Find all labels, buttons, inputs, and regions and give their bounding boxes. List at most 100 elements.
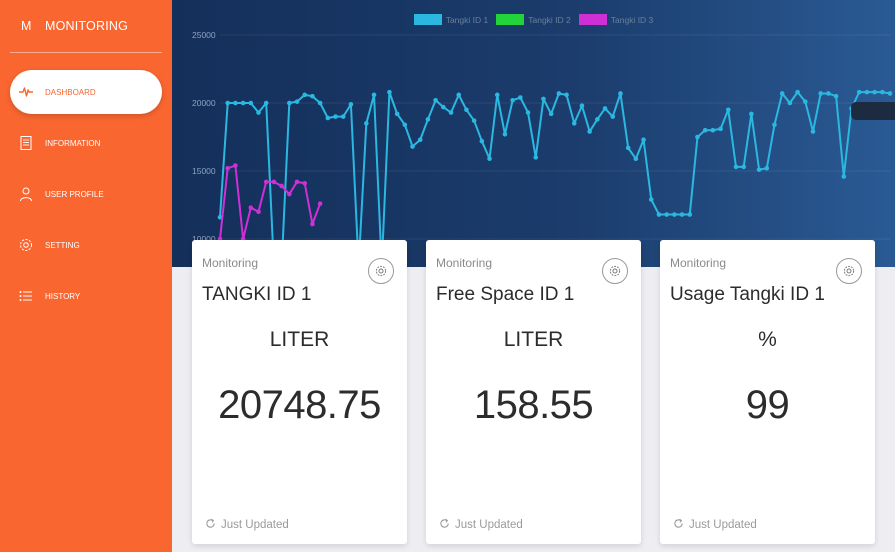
- data-point[interactable]: [618, 91, 623, 96]
- data-point[interactable]: [733, 164, 739, 170]
- data-point[interactable]: [579, 103, 585, 109]
- data-point[interactable]: [317, 201, 323, 206]
- data-point[interactable]: [256, 110, 261, 115]
- chart-toggle-button[interactable]: [851, 102, 895, 120]
- data-point[interactable]: [271, 179, 277, 185]
- data-point[interactable]: [756, 167, 762, 172]
- data-point[interactable]: [294, 179, 300, 185]
- data-point[interactable]: [325, 115, 331, 121]
- legend-item-series-3[interactable]: Tangki ID 3: [578, 14, 653, 25]
- data-point[interactable]: [263, 100, 269, 106]
- data-point[interactable]: [749, 111, 754, 117]
- sidebar-item-history[interactable]: HISTORY: [10, 274, 162, 318]
- data-point[interactable]: [679, 212, 685, 217]
- data-point[interactable]: [556, 91, 562, 96]
- data-point[interactable]: [664, 212, 669, 217]
- data-point[interactable]: [471, 118, 477, 123]
- data-point[interactable]: [595, 117, 600, 122]
- data-point[interactable]: [833, 93, 839, 99]
- data-point[interactable]: [225, 100, 231, 106]
- data-point[interactable]: [525, 110, 531, 115]
- data-point[interactable]: [333, 114, 338, 119]
- data-point[interactable]: [279, 183, 284, 189]
- gear-icon[interactable]: [836, 258, 862, 284]
- data-point[interactable]: [687, 212, 693, 217]
- data-point[interactable]: [879, 89, 885, 95]
- data-point[interactable]: [233, 163, 238, 168]
- data-point[interactable]: [610, 114, 616, 119]
- data-point[interactable]: [779, 91, 785, 96]
- data-point[interactable]: [394, 111, 400, 117]
- data-point[interactable]: [795, 89, 800, 95]
- data-point[interactable]: [856, 89, 862, 95]
- data-point[interactable]: [294, 99, 300, 104]
- data-point[interactable]: [648, 197, 654, 202]
- data-point[interactable]: [310, 93, 315, 99]
- data-point[interactable]: [872, 89, 877, 95]
- data-point[interactable]: [240, 100, 246, 106]
- data-point[interactable]: [510, 97, 515, 103]
- data-point[interactable]: [410, 144, 415, 149]
- data-point[interactable]: [810, 129, 816, 134]
- data-point[interactable]: [672, 212, 677, 217]
- data-point[interactable]: [541, 96, 546, 102]
- brand[interactable]: M MONITORING: [0, 0, 172, 52]
- data-point[interactable]: [787, 100, 793, 106]
- legend-item-series-2[interactable]: Tangki ID 2: [496, 14, 571, 25]
- sidebar-item-dashboard[interactable]: DASHBOARD: [10, 70, 162, 114]
- data-point[interactable]: [564, 92, 569, 98]
- data-point[interactable]: [371, 92, 377, 98]
- data-point[interactable]: [248, 100, 254, 106]
- data-point[interactable]: [625, 145, 631, 151]
- data-point[interactable]: [433, 97, 438, 103]
- data-point[interactable]: [225, 165, 231, 171]
- data-point[interactable]: [741, 164, 746, 170]
- data-point[interactable]: [826, 91, 831, 96]
- data-point[interactable]: [887, 91, 893, 96]
- data-point[interactable]: [441, 104, 446, 110]
- data-point[interactable]: [772, 122, 777, 128]
- data-point[interactable]: [587, 129, 592, 134]
- data-point[interactable]: [764, 165, 770, 171]
- data-point[interactable]: [533, 155, 539, 160]
- sidebar-item-setting[interactable]: SETTING: [10, 223, 162, 267]
- data-point[interactable]: [487, 156, 492, 162]
- data-point[interactable]: [256, 209, 261, 215]
- data-point[interactable]: [633, 156, 639, 162]
- data-point[interactable]: [310, 221, 315, 227]
- data-point[interactable]: [340, 114, 346, 119]
- data-point[interactable]: [641, 137, 646, 143]
- data-point[interactable]: [502, 131, 508, 137]
- data-point[interactable]: [302, 180, 308, 186]
- data-point[interactable]: [494, 92, 500, 98]
- data-point[interactable]: [233, 100, 238, 106]
- data-point[interactable]: [317, 100, 323, 106]
- data-point[interactable]: [818, 91, 823, 96]
- data-point[interactable]: [248, 205, 254, 211]
- data-point[interactable]: [402, 122, 408, 128]
- data-point[interactable]: [702, 127, 708, 133]
- data-point[interactable]: [425, 117, 431, 122]
- data-point[interactable]: [841, 174, 847, 179]
- data-point[interactable]: [725, 107, 731, 113]
- sidebar-item-information[interactable]: INFORMATION: [10, 121, 162, 165]
- data-point[interactable]: [718, 126, 723, 132]
- data-point[interactable]: [571, 121, 577, 126]
- data-point[interactable]: [864, 89, 870, 95]
- data-point[interactable]: [518, 95, 523, 100]
- data-point[interactable]: [602, 106, 608, 111]
- data-point[interactable]: [287, 100, 292, 106]
- data-point[interactable]: [464, 107, 469, 113]
- data-point[interactable]: [364, 121, 369, 126]
- data-point[interactable]: [548, 111, 554, 117]
- data-point[interactable]: [448, 110, 454, 115]
- data-point[interactable]: [287, 191, 292, 197]
- data-point[interactable]: [479, 138, 485, 144]
- data-point[interactable]: [263, 179, 269, 185]
- data-point[interactable]: [802, 99, 808, 104]
- data-point[interactable]: [417, 137, 423, 143]
- data-point[interactable]: [710, 127, 716, 133]
- data-point[interactable]: [348, 102, 354, 107]
- gear-icon[interactable]: [602, 258, 628, 284]
- data-point[interactable]: [656, 212, 662, 217]
